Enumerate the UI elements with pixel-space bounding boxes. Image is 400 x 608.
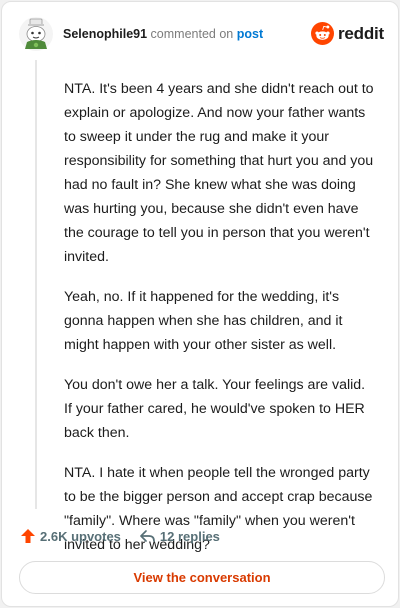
reddit-snoo-icon [311, 22, 334, 45]
reddit-wordmark: reddit [338, 23, 385, 43]
upvote-button[interactable]: 2.6K upvotes [20, 528, 121, 544]
username-link[interactable]: Selenophile91 [63, 27, 147, 41]
replies-button[interactable]: 12 replies [139, 528, 220, 544]
comment-paragraph: Yeah, no. If it happened for the wedding… [64, 289, 343, 353]
thread-line[interactable] [35, 60, 37, 509]
user-avatar[interactable] [18, 16, 54, 52]
view-conversation-button[interactable]: View the conversation [19, 561, 385, 594]
reply-count: 12 replies [159, 528, 220, 544]
reply-arrow-icon [140, 530, 155, 542]
snoo-avatar-icon [19, 17, 53, 51]
comment-card: Selenophile91 commented on post reddit N… [1, 1, 399, 607]
post-link[interactable]: post [237, 27, 263, 41]
reddit-logo[interactable]: reddit [311, 22, 384, 45]
comment-meta: Selenophile91 commented on post [63, 26, 263, 42]
comment-actions: 2.6K upvotes 12 replies [20, 528, 220, 544]
commented-on-text: commented on [150, 27, 234, 41]
comment-paragraph: You don't owe her a talk. Your feelings … [64, 377, 366, 441]
comment-body: NTA. It's been 4 years and she didn't re… [64, 77, 376, 557]
comment-paragraph: NTA. It's been 4 years and she didn't re… [64, 81, 374, 265]
upvote-arrow-icon [21, 529, 35, 543]
upvote-count: 2.6K upvotes [40, 528, 121, 544]
